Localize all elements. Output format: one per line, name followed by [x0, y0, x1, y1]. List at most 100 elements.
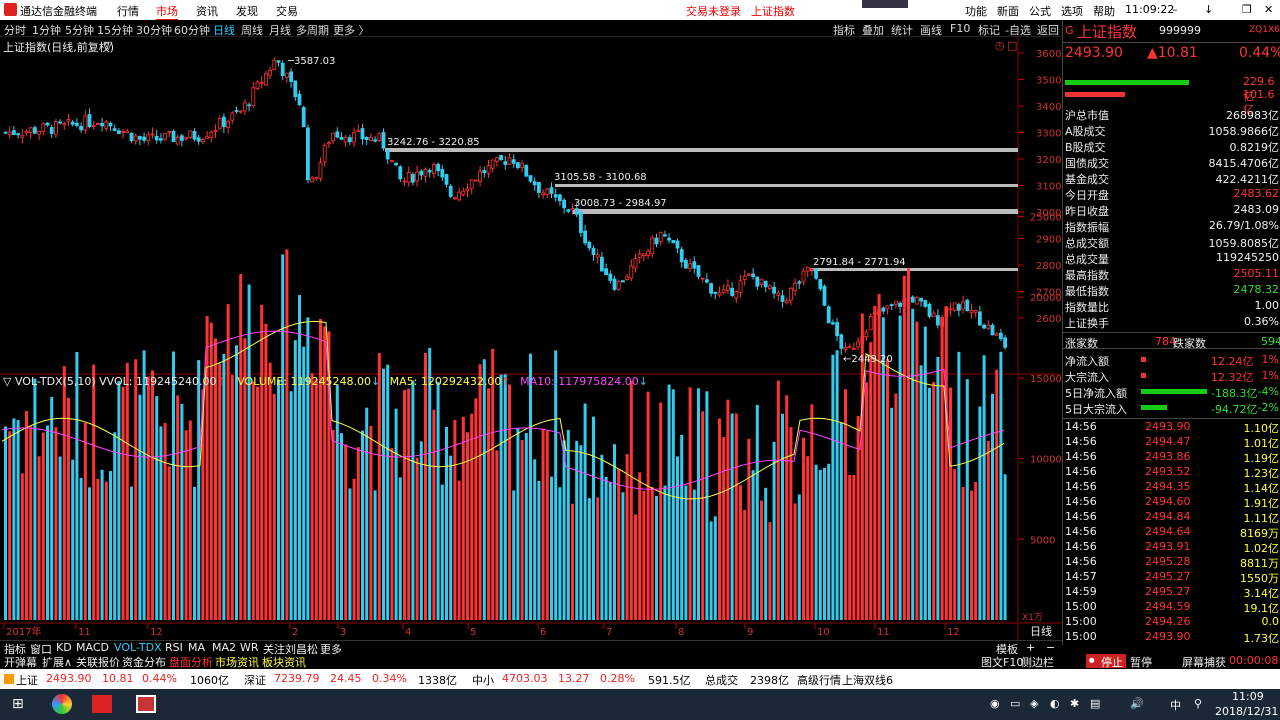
menu-formula[interactable]: 公式 — [1029, 3, 1051, 19]
menu-function[interactable]: 功能 — [965, 3, 987, 19]
remove-icon[interactable]: − — [1046, 641, 1055, 654]
sme-label[interactable]: 中小 — [472, 672, 494, 688]
stop-button[interactable]: 停止 — [1101, 654, 1123, 670]
sh-label[interactable]: 上证 — [16, 672, 38, 688]
period-tab[interactable]: 月线 — [269, 22, 291, 38]
tab-wr[interactable]: WR — [240, 641, 259, 654]
add-icon[interactable]: + — [1026, 641, 1035, 654]
volume-bar — [583, 403, 587, 620]
sidebar-button[interactable]: 侧边栏 — [1021, 654, 1054, 670]
windows-start-icon[interactable]: ⊞ — [12, 696, 24, 712]
menu-trade[interactable]: 交易 — [276, 3, 298, 19]
capture-button[interactable]: 屏幕捕获 — [1182, 654, 1226, 670]
fund-dist-button[interactable]: 资金分布 — [122, 654, 166, 670]
tray-search-icon[interactable]: ⚲ — [1194, 697, 1202, 710]
volume-bar — [440, 484, 444, 620]
volume-bar — [743, 509, 747, 620]
sector-news-button[interactable]: 板块资讯 — [262, 654, 306, 670]
stop-icon[interactable]: ⏺ — [1089, 654, 1095, 668]
menu-market[interactable]: 市场 — [156, 3, 178, 21]
kline-chart-svg[interactable]: 3600350034003300320031003000290028002700… — [0, 37, 1062, 640]
volume-bar — [163, 423, 167, 620]
tool-back[interactable]: 返回 — [1037, 22, 1059, 38]
trade-login-notice[interactable]: 交易未登录 — [686, 3, 741, 19]
candle-body — [184, 137, 189, 140]
chart-area[interactable]: 3600 3500 3400 3300 3200 3100 3000 2900 2800 2700… — [0, 37, 1062, 640]
candle-body — [784, 300, 789, 304]
period-tab-active[interactable]: 日线 — [213, 22, 235, 38]
period-tab[interactable]: 分时 — [4, 22, 26, 38]
tray-record-icon[interactable]: ◉ — [990, 697, 1000, 710]
maximize-icon[interactable]: ❐ — [1242, 3, 1252, 16]
tab-vol-tdx[interactable]: VOL-TDX — [114, 641, 162, 654]
tdx-app-icon[interactable] — [92, 695, 112, 713]
pause-button[interactable]: 暂停 — [1130, 654, 1152, 670]
browser-icon[interactable] — [52, 694, 72, 714]
tray-volume-icon[interactable]: 🔊 — [1130, 697, 1144, 710]
tool-overlay[interactable]: 叠加 — [862, 22, 884, 38]
back-arrow-icon[interactable]: ↓ — [1204, 3, 1213, 16]
candle-body — [238, 110, 243, 113]
chart-title-dropdown-icon[interactable]: ▽ — [104, 39, 112, 52]
tool-draw[interactable]: 画线 — [920, 22, 942, 38]
menu-news[interactable]: 资讯 — [196, 3, 218, 19]
tab-rsi[interactable]: RSI — [165, 641, 183, 654]
fullscreen-icon[interactable]: ◷ — [995, 39, 1005, 52]
period-tab[interactable]: 15分钟 — [97, 22, 133, 38]
sz-label[interactable]: 深证 — [244, 672, 266, 688]
period-tab[interactable]: 周线 — [241, 22, 263, 38]
ime-indicator[interactable]: 中 — [1170, 697, 1181, 713]
chart-title[interactable]: 上证指数(日线,前复权) — [3, 39, 114, 55]
menu-help[interactable]: 帮助 — [1093, 3, 1115, 19]
related-quote-button[interactable]: 关联报价 — [76, 654, 120, 670]
advanced-quote-label[interactable]: 高级行情 — [797, 672, 841, 688]
stat-row: 昨日收盘 2483.09 — [1065, 202, 1279, 218]
period-tab[interactable]: 多周期 — [296, 22, 329, 38]
menu-quotes[interactable]: 行情 — [117, 3, 139, 19]
candle-body — [381, 132, 386, 149]
tray-bluetooth-icon[interactable]: ✱ — [1070, 697, 1079, 710]
minimize-icon[interactable]: – — [1172, 3, 1178, 16]
tab-ma2[interactable]: MA2 — [212, 641, 236, 654]
handle-icon[interactable] — [862, 0, 908, 8]
tray-network-icon[interactable]: ▤ — [1090, 697, 1100, 710]
index-notice[interactable]: 上证指数 — [751, 3, 795, 19]
period-tab[interactable]: 更多 〉 — [333, 22, 370, 38]
tool-mark[interactable]: 标记 — [978, 22, 1000, 38]
candle-body — [511, 159, 516, 164]
f10-button[interactable]: 图文F10 — [981, 654, 1023, 670]
candle-body — [20, 134, 25, 138]
tool-f10[interactable]: F10 — [950, 22, 970, 35]
app-icon[interactable] — [136, 695, 156, 713]
close-icon[interactable]: ✕ — [1264, 3, 1273, 16]
tray-security-icon[interactable]: ◈ — [1030, 697, 1038, 710]
tray-battery-icon[interactable]: ▭ — [1010, 697, 1020, 710]
menu-discover[interactable]: 发现 — [236, 3, 258, 19]
period-tab[interactable]: 1分钟 — [32, 22, 61, 38]
taskbar-time[interactable]: 11:09 — [1232, 690, 1264, 703]
candle-body — [251, 87, 256, 106]
menu-options[interactable]: 选项 — [1061, 3, 1083, 19]
tab-ma[interactable]: MA — [188, 641, 205, 654]
volume-bar — [823, 467, 826, 620]
tool-watchlist[interactable]: -自选 — [1005, 22, 1031, 38]
volume-bar — [508, 384, 511, 620]
menu-newpage[interactable]: 新面 — [997, 3, 1019, 19]
period-tab[interactable]: 5分钟 — [65, 22, 94, 38]
market-news-button[interactable]: 市场资讯 — [215, 654, 259, 670]
restore-icon[interactable]: □ — [1007, 39, 1017, 52]
danmu-button[interactable]: 开弹幕 — [4, 654, 37, 670]
tray-wechat-icon[interactable]: ◐ — [1050, 697, 1060, 710]
vol-indicator-name[interactable]: VOL-TDX(5,10) — [15, 375, 96, 388]
market-analysis-button[interactable]: 盘面分析 — [169, 654, 213, 670]
tab-kd[interactable]: KD — [56, 641, 72, 654]
expand-button[interactable]: 扩展∧ — [42, 654, 72, 670]
candle-body — [646, 250, 650, 256]
tab-macd[interactable]: MACD — [76, 641, 109, 654]
taskbar-date[interactable]: 2018/12/31 — [1215, 705, 1278, 718]
period-tab[interactable]: 30分钟 — [136, 22, 172, 38]
tool-stats[interactable]: 统计 — [891, 22, 913, 38]
server-line[interactable]: 上海双线6 — [842, 672, 893, 688]
tool-indicator[interactable]: 指标 — [833, 22, 855, 38]
period-tab[interactable]: 60分钟 — [174, 22, 210, 38]
